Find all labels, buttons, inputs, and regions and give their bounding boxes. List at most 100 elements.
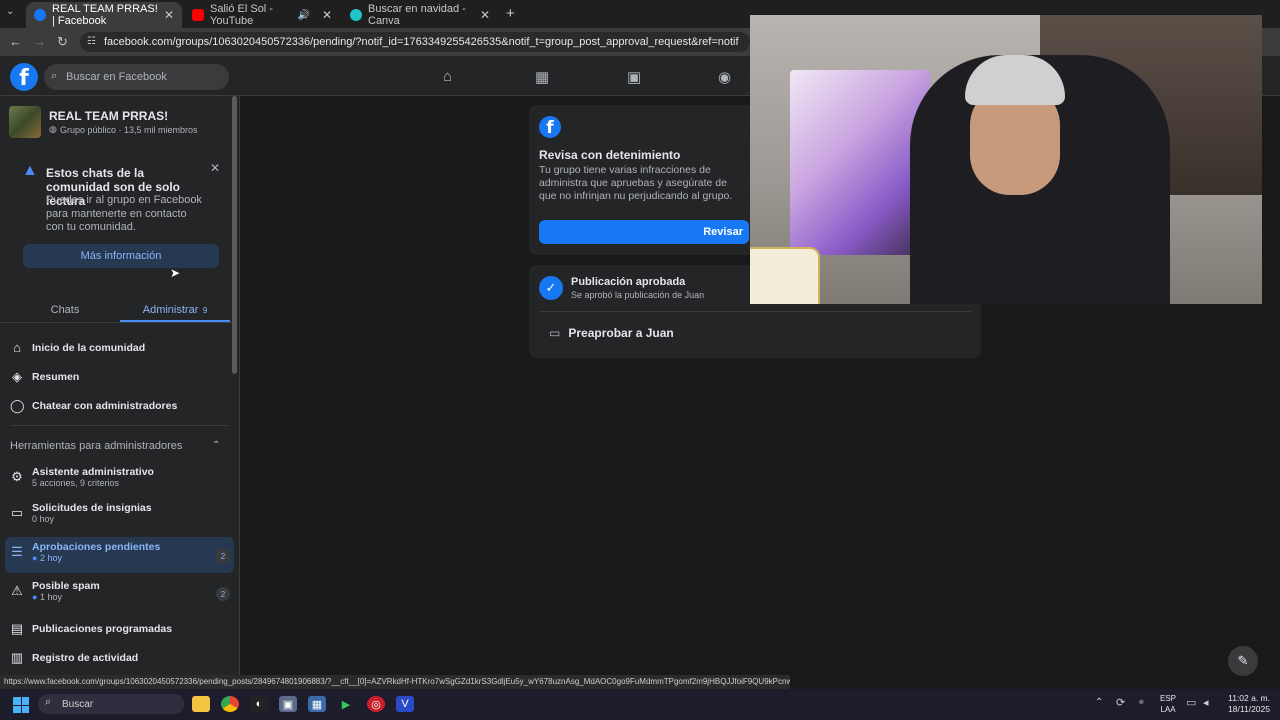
nav-item-scheduled-posts[interactable]: ▤ Publicaciones programadas — [10, 621, 230, 637]
back-icon[interactable]: ← — [9, 34, 22, 49]
reload-icon[interactable]: ↻ — [57, 34, 68, 50]
tab-canva[interactable]: Buscar en navidad - Canva ✕ — [342, 2, 498, 28]
nav-sub: 0 hoy — [32, 514, 55, 524]
nav-sub: 1 hoy — [39, 592, 62, 602]
input-language[interactable]: ESP LAA — [1160, 693, 1176, 715]
calculator-icon[interactable]: ▦ — [308, 696, 326, 712]
profile-nav-icon[interactable]: ◉ — [718, 68, 731, 86]
preapprove-label: Preaprobar a Juan — [568, 326, 674, 340]
site-info-icon[interactable]: ☷ — [87, 36, 96, 47]
url-text: facebook.com/groups/1063020450572336/pen… — [104, 36, 739, 48]
notice-close-icon[interactable]: ✕ — [210, 161, 220, 175]
group-avatar[interactable] — [9, 106, 41, 138]
sidebar-scrollbar[interactable] — [232, 96, 237, 374]
warning-triangle-icon: ▲ — [22, 162, 38, 179]
facebook-logo-icon[interactable]: f — [10, 63, 38, 91]
blue-dot-icon: ● — [32, 553, 40, 563]
approved-sub: Se aprobó la publicación de Juan — [571, 290, 705, 300]
close-tab-icon[interactable]: ✕ — [480, 8, 490, 22]
layers-icon: ◈ — [12, 369, 22, 384]
tab-youtube[interactable]: Salió El Sol - YouTube 🔊 ✕ — [184, 2, 340, 28]
taskbar-search-label: Buscar — [62, 698, 94, 710]
layout-code: LAA — [1160, 705, 1176, 714]
nav-sub: 2 hoy — [39, 553, 62, 563]
nav-item-admin-assistant[interactable]: ⚙ Asistente administrativo 5 acciones, 9… — [10, 466, 230, 488]
webcam-mascot — [750, 247, 820, 304]
nav-item-community-home[interactable]: ⌂ Inicio de la comunidad — [10, 340, 230, 355]
review-button[interactable]: Revisar — [539, 220, 749, 244]
sync-icon[interactable]: ⟳ — [1116, 696, 1125, 709]
close-tab-icon[interactable]: ✕ — [322, 8, 332, 22]
chrome-icon[interactable] — [221, 696, 239, 712]
compose-button[interactable]: ✎ — [1228, 646, 1258, 676]
tab-title: Buscar en navidad - Canva — [368, 3, 466, 27]
group-meta: Grupo público · 13,5 mil miembros — [60, 125, 198, 135]
speaker-icon[interactable]: 🔊 — [297, 10, 309, 21]
nav-item-admin-chat[interactable]: ◯ Chatear con administradores — [10, 398, 230, 414]
forward-icon[interactable]: → — [33, 34, 46, 49]
nav-item-possible-spam[interactable]: ⚠ Posible spam ● 1 hoy — [10, 580, 230, 602]
tab-chats-label: Chats — [50, 304, 80, 316]
nav-label: Solicitudes de insignias — [32, 502, 152, 514]
taskbar-search[interactable]: Buscar — [38, 694, 184, 714]
facebook-round-icon: f — [539, 116, 561, 138]
nav-item-pending-approvals[interactable]: ☰ Aprobaciones pendientes ● 2 hoy — [10, 541, 230, 563]
preapprove-button[interactable]: ▭ Preaprobar a Juan — [549, 326, 674, 340]
nav-item-summary[interactable]: ◈ Resumen — [10, 369, 230, 385]
calendar-icon: ▤ — [10, 621, 24, 636]
tab-admin-label: Administrar — [142, 304, 199, 316]
nav-label: Inicio de la comunidad — [32, 341, 146, 354]
notice-body: Puedes ir al grupo en Facebook para mant… — [46, 194, 202, 233]
tab-admin-count: 9 — [202, 306, 208, 315]
group-name[interactable]: REAL TEAM PRRAS! — [49, 109, 168, 123]
globe-icon: ◍ — [49, 124, 57, 134]
close-tab-icon[interactable]: ✕ — [164, 8, 174, 22]
app-icon[interactable]: ▣ — [279, 696, 297, 712]
search-icon: ⌕ — [51, 70, 58, 82]
dashboard-nav-icon[interactable]: ▦ — [535, 68, 549, 86]
new-tab-button[interactable]: + — [506, 5, 515, 22]
webcam-overlay — [750, 15, 1262, 304]
tray-chevron-icon[interactable]: ⌃ — [1095, 697, 1103, 708]
nav-item-badge-requests[interactable]: ▭ Solicitudes de insignias 0 hoy — [10, 502, 230, 524]
warning-icon: ⚠ — [11, 583, 23, 598]
collapse-chevron-icon[interactable]: ⌃ — [212, 440, 220, 451]
mic-icon[interactable]: ● — [1138, 696, 1145, 708]
nav-label: Publicaciones programadas — [32, 623, 173, 635]
search-placeholder: Buscar en Facebook — [66, 71, 167, 83]
check-circle-icon: ✓ — [539, 276, 563, 300]
nav-label: Posible spam — [32, 580, 100, 592]
nav-item-activity-log[interactable]: ▥ Registro de actividad — [10, 650, 230, 666]
youtube-favicon-icon — [192, 9, 204, 21]
nav-label: Chatear con administradores — [32, 400, 178, 412]
record-icon[interactable]: ◎ — [367, 696, 385, 712]
admin-tools-heading[interactable]: Herramientas para administradores — [10, 440, 182, 452]
clock-time: 11:02 a. m. — [1228, 693, 1270, 703]
nav-label: Registro de actividad — [32, 652, 139, 664]
more-info-button[interactable]: Más información — [23, 244, 219, 268]
address-bar[interactable]: facebook.com/groups/1063020450572336/pen… — [80, 32, 750, 52]
review-body: Tu grupo tiene varias infracciones de ad… — [539, 164, 733, 202]
nav-sub-wrap: ● 2 hoy — [32, 553, 160, 563]
volume-icon[interactable]: ◂ — [1203, 696, 1209, 709]
divider — [10, 425, 228, 426]
tab-facebook[interactable]: REAL TEAM PRRAS! | Facebook ✕ — [26, 2, 182, 28]
approved-title: Publicación aprobada — [571, 276, 686, 288]
count-badge: 2 — [216, 587, 230, 601]
tab-admin[interactable]: Administrar 9 — [120, 300, 230, 318]
tab-chats[interactable]: Chats — [10, 300, 120, 318]
search-input[interactable]: Buscar en Facebook — [44, 64, 229, 90]
tab-list-button[interactable]: ⌄ — [6, 6, 14, 17]
file-explorer-icon[interactable] — [192, 696, 210, 712]
player-icon[interactable]: ▶ — [337, 696, 355, 712]
home-nav-icon[interactable]: ⌂ — [443, 68, 452, 85]
capcut-icon[interactable]: ◐ — [250, 696, 268, 712]
vegas-icon[interactable]: V — [396, 696, 414, 712]
video-nav-icon[interactable]: ▣ — [627, 68, 641, 86]
start-windows-icon[interactable] — [13, 697, 29, 713]
nav-label: Resumen — [32, 371, 80, 383]
canva-favicon-icon — [350, 9, 362, 21]
mouse-cursor-icon: ➤ — [170, 266, 181, 280]
clock[interactable]: 11:02 a. m. 18/11/2025 — [1222, 693, 1270, 715]
network-icon[interactable]: ▭ — [1186, 696, 1196, 709]
